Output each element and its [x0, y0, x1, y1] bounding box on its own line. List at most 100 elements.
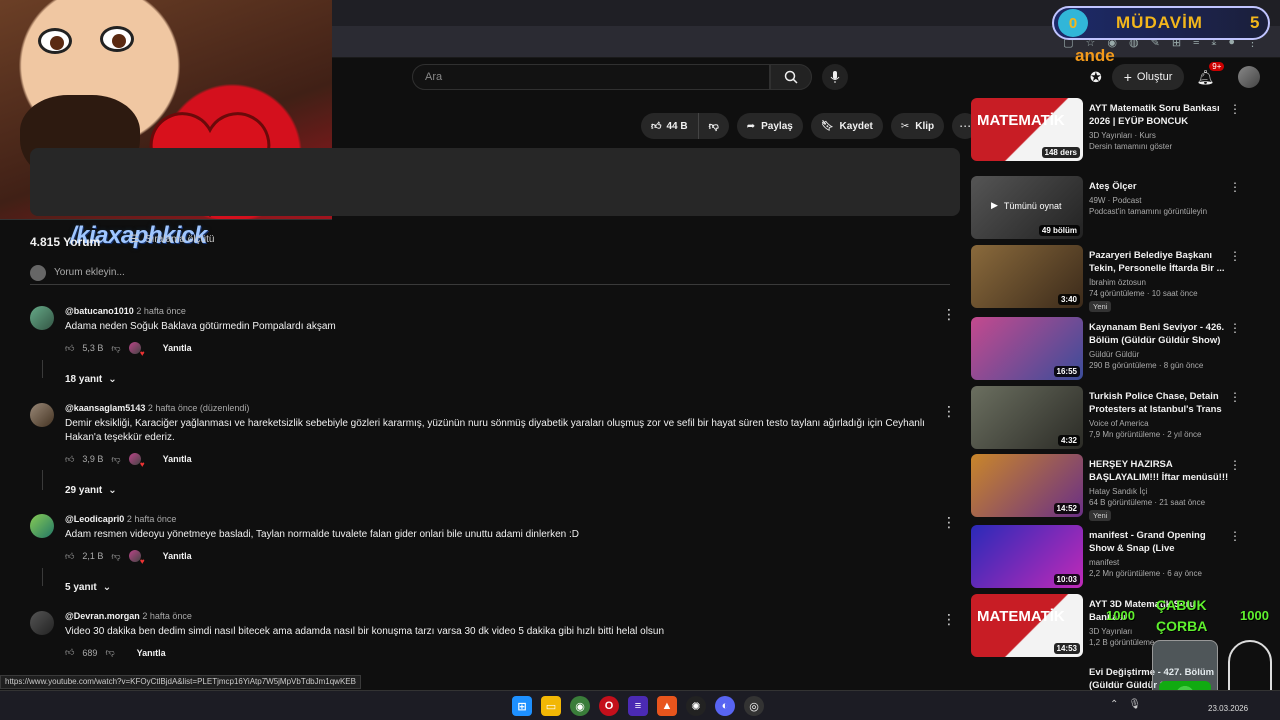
folder-icon[interactable]: ▭	[541, 696, 561, 716]
video-channel[interactable]: İbrahim öztosun	[1089, 278, 1229, 287]
share-button[interactable]: ➦ Paylaş	[736, 113, 803, 139]
sort-button[interactable]: ☰ Sıralama ölçütü	[130, 234, 214, 245]
create-button[interactable]: + Oluştur	[1111, 64, 1185, 90]
play-all-overlay[interactable]: ▶ Tümünü oynat	[991, 200, 1061, 211]
search-input[interactable]: Ara	[412, 64, 770, 90]
comment-like-count: 3,9 B	[82, 454, 104, 464]
video-title[interactable]: HERŞEY HAZIRSA BAŞLAYALIM!!! İftar menüs…	[1089, 458, 1229, 484]
video-channel[interactable]: 49W · Podcast	[1089, 196, 1229, 205]
video-meta[interactable]: Dersin tamamını göster	[1089, 142, 1229, 151]
thumbs-down-icon: 👎︎	[708, 121, 719, 132]
thumbs-up-icon[interactable]: 👍︎	[65, 647, 74, 658]
commenter-avatar[interactable]	[30, 403, 54, 427]
like-button[interactable]: 👍︎ 44 B	[641, 113, 698, 139]
video-thumbnail[interactable]: MATEMATİK 14:53	[971, 594, 1083, 657]
commenter-avatar[interactable]	[30, 611, 54, 635]
video-thumbnail[interactable]: 4:32	[971, 386, 1083, 449]
video-thumbnail[interactable]: 3:40	[971, 245, 1083, 308]
video-menu-icon[interactable]: ⋮	[1229, 180, 1241, 194]
commenter-avatar[interactable]	[30, 306, 54, 330]
save-button[interactable]: 🔖︎ Kaydet	[810, 113, 883, 139]
video-meta[interactable]: Podcast'in tamamını görüntüleyin	[1089, 207, 1229, 216]
video-thumbnail[interactable]: 10:03	[971, 525, 1083, 588]
dislike-button[interactable]: 👎︎	[697, 113, 729, 139]
start-icon[interactable]: ⊞	[512, 696, 532, 716]
comment-menu-icon[interactable]: ⋮	[942, 514, 956, 531]
video-channel[interactable]: manifest	[1089, 558, 1229, 567]
thumbs-down-icon[interactable]: 👎︎	[105, 647, 114, 658]
comment-time[interactable]: 2 hafta önce	[136, 306, 186, 316]
opera-icon[interactable]: O	[599, 696, 619, 716]
play-all-label: Tümünü oynat	[1003, 200, 1062, 211]
video-meta[interactable]: 290 B görüntüleme · 8 gün önce	[1089, 361, 1229, 370]
mic-icon[interactable]: 🎙︎	[1128, 699, 1141, 710]
thumbs-up-icon[interactable]: 👍︎	[65, 551, 74, 562]
video-title[interactable]: Turkish Police Chase, Detain Protesters …	[1089, 390, 1229, 416]
reply-button[interactable]: Yanıtla	[137, 648, 166, 658]
comment-menu-icon[interactable]: ⋮	[942, 611, 956, 628]
replies-toggle[interactable]: 5 yanıt ⌄	[65, 582, 111, 593]
replies-toggle[interactable]: 18 yanıt ⌄	[65, 374, 117, 385]
description-box[interactable]	[30, 148, 960, 216]
comment-menu-icon[interactable]: ⋮	[942, 306, 956, 323]
comment-author[interactable]: @Leodicapri0	[65, 514, 124, 524]
discord-icon[interactable]: ◐	[715, 696, 735, 716]
video-channel[interactable]: Güldür Güldür	[1089, 350, 1229, 359]
replies-label: 29 yanıt	[65, 485, 103, 496]
comment-author[interactable]: @batucano1010	[65, 306, 134, 316]
reply-button[interactable]: Yanıtla	[163, 343, 192, 353]
comment-time[interactable]: 2 hafta önce	[127, 514, 177, 524]
chrome-icon[interactable]: ◉	[570, 696, 590, 716]
video-thumbnail[interactable]: 16:55	[971, 317, 1083, 380]
video-meta[interactable]: 7,9 Mn görüntüleme · 2 yıl önce	[1089, 430, 1229, 439]
video-menu-icon[interactable]: ⋮	[1229, 102, 1241, 116]
thumbs-down-icon[interactable]: 👎︎	[111, 454, 120, 465]
chevron-up-icon[interactable]: ⌃	[1110, 699, 1118, 710]
video-menu-icon[interactable]: ⋮	[1229, 390, 1241, 404]
video-meta[interactable]: 64 B görüntüleme · 21 saat önce	[1089, 498, 1229, 507]
replies-toggle[interactable]: 29 yanıt ⌄	[65, 485, 117, 496]
voice-search-button[interactable]	[822, 64, 848, 90]
video-thumbnail[interactable]: MATEMATİK 148 ders	[971, 98, 1083, 161]
video-title[interactable]: Pazaryeri Belediye Başkanı Tekin, Person…	[1089, 249, 1229, 275]
comment-author[interactable]: @Devran.morgan	[65, 611, 140, 621]
account-avatar[interactable]	[1238, 66, 1261, 88]
video-menu-icon[interactable]: ⋮	[1229, 529, 1241, 543]
taskbar-date: 23.03.2026	[1208, 704, 1249, 713]
steam-icon[interactable]: ◎	[744, 696, 764, 716]
search-button[interactable]	[770, 64, 812, 90]
video-channel[interactable]: Hatay Sandık İçi	[1089, 487, 1229, 496]
comment-menu-icon[interactable]: ⋮	[942, 403, 956, 420]
thumbs-down-icon[interactable]: 👎︎	[111, 343, 120, 354]
mudavim-title: MÜDAVİM	[1116, 13, 1203, 32]
reply-button[interactable]: Yanıtla	[163, 551, 192, 561]
thumbs-down-icon[interactable]: 👎︎	[111, 551, 120, 562]
brave-icon[interactable]: ▲	[657, 696, 677, 716]
comment-time[interactable]: 2 hafta önce (düzenlendi)	[148, 403, 250, 413]
video-menu-icon[interactable]: ⋮	[1229, 249, 1241, 263]
video-title[interactable]: manifest - Grand Opening Show & Snap (Li…	[1089, 529, 1229, 555]
video-menu-icon[interactable]: ⋮	[1229, 458, 1241, 472]
video-thumbnail[interactable]: 14:52	[971, 454, 1083, 517]
video-meta[interactable]: 74 görüntüleme · 10 saat önce	[1089, 289, 1229, 298]
thumbs-up-icon[interactable]: 👍︎	[65, 343, 74, 354]
thumbs-up-icon[interactable]: 👍︎	[65, 454, 74, 465]
comment-time[interactable]: 2 hafta önce	[142, 611, 192, 621]
commenter-avatar[interactable]	[30, 514, 54, 538]
video-channel[interactable]: Voice of America	[1089, 419, 1229, 428]
clip-button[interactable]: ✂ Klip	[890, 113, 945, 139]
video-menu-icon[interactable]: ⋮	[1229, 321, 1241, 335]
app-icon[interactable]: ≡	[628, 696, 648, 716]
premium-icon[interactable]: ✪	[1090, 69, 1102, 86]
comment-author[interactable]: @kaansaglam5143	[65, 403, 145, 413]
chatgpt-icon[interactable]: ✺	[686, 696, 706, 716]
notification-badge: 9+	[1209, 62, 1225, 71]
video-channel[interactable]: 3D Yayınları · Kurs	[1089, 131, 1229, 140]
video-title[interactable]: Kaynanam Beni Seviyor - 426. Bölüm (Güld…	[1089, 321, 1229, 347]
video-title[interactable]: AYT Matematik Soru Bankası 2026 | EYÜP B…	[1089, 102, 1229, 128]
notifications-button[interactable]: 🔔︎ 9+	[1194, 62, 1225, 88]
video-title[interactable]: Ateş Ölçer	[1089, 180, 1229, 193]
add-comment-field[interactable]: Yorum ekleyin...	[30, 264, 950, 285]
reply-button[interactable]: Yanıtla	[163, 454, 192, 464]
video-thumbnail[interactable]: ▶ Tümünü oynat 49 bölüm	[971, 176, 1083, 239]
